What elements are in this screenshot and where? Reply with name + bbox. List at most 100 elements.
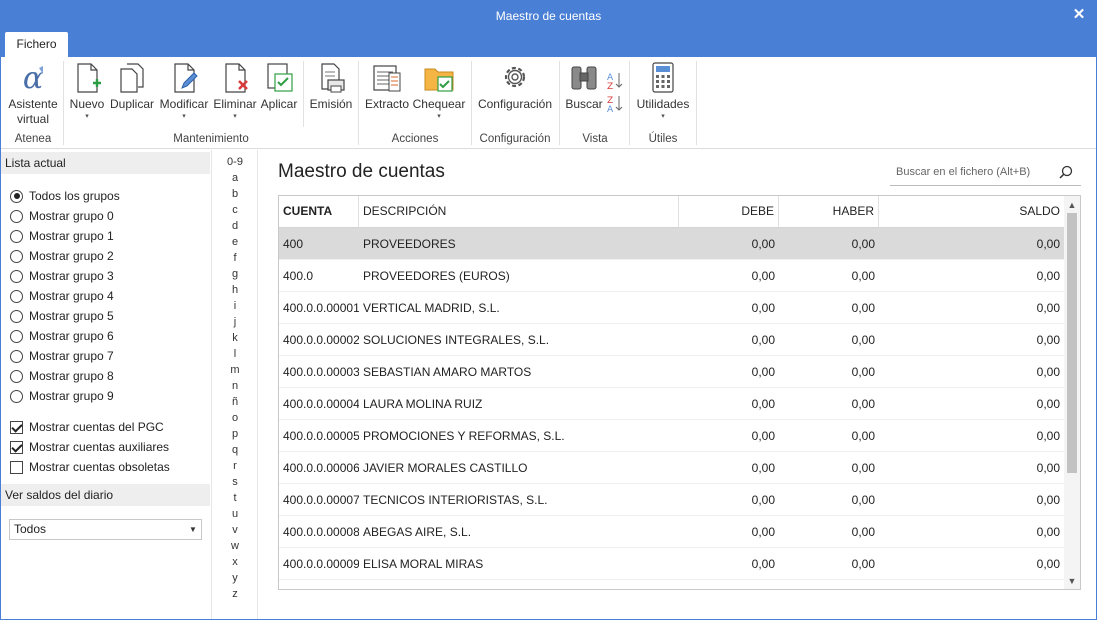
group-label-vista: Vista — [582, 133, 608, 145]
buscar-button[interactable]: Buscar — [563, 61, 605, 125]
table-row[interactable]: 400.0.0.00009 ELISA MORAL MIRAS 0,00 0,00 0,… — [279, 548, 1064, 580]
alpha-index-letter[interactable]: p — [212, 428, 258, 440]
radio-grupo-3[interactable]: Mostrar grupo 3 — [10, 268, 114, 284]
tab-fichero[interactable]: Fichero — [5, 32, 68, 57]
close-icon[interactable]: ✕ — [1071, 6, 1087, 24]
alpha-index-letter[interactable]: u — [212, 508, 258, 520]
alpha-index-letter[interactable]: o — [212, 412, 258, 424]
checkbox[interactable] — [10, 420, 23, 434]
radio-button[interactable] — [10, 389, 23, 403]
radio-grupo-5[interactable]: Mostrar grupo 5 — [10, 308, 114, 324]
table-row[interactable]: 400 PROVEEDORES 0,00 0,00 0,00 — [279, 228, 1064, 260]
extracto-button[interactable]: Extracto — [363, 61, 411, 125]
scroll-down-icon[interactable]: ▼ — [1064, 573, 1080, 589]
alpha-index-letter[interactable]: n — [212, 380, 258, 392]
column-header-debe[interactable]: DEBE — [679, 196, 779, 227]
utilidades-button[interactable]: Utilidades ▾ — [634, 61, 692, 125]
alpha-index-letter[interactable]: b — [212, 188, 258, 200]
table-row[interactable]: 400.0.0.00006 JAVIER MORALES CASTILLO 0,00… — [279, 452, 1064, 484]
radio-button[interactable] — [10, 269, 23, 283]
alpha-index-letter[interactable]: f — [212, 252, 258, 264]
alpha-index-letter[interactable]: 0-9 — [212, 156, 258, 168]
alpha-index-letter[interactable]: y — [212, 572, 258, 584]
alpha-index-letter[interactable]: j — [212, 316, 258, 328]
duplicar-button[interactable]: Duplicar — [109, 61, 155, 125]
radio-grupo-1[interactable]: Mostrar grupo 1 — [10, 228, 114, 244]
radio-button[interactable] — [10, 209, 23, 223]
radio-button[interactable] — [10, 229, 23, 243]
asistente-virtual-button[interactable]: α Asistente virtual — [5, 61, 61, 126]
cell-debe: 0,00 — [751, 493, 775, 507]
table-row[interactable]: 400.0.0.00007 TECNICOS INTERIORISTAS, S.L… — [279, 484, 1064, 516]
alpha-index-letter[interactable]: m — [212, 364, 258, 376]
alpha-index-letter[interactable]: v — [212, 524, 258, 536]
modificar-button[interactable]: Modificar ▾ — [158, 61, 210, 125]
configuracion-button[interactable]: Configuración — [476, 61, 554, 125]
alpha-index-letter[interactable]: k — [212, 332, 258, 344]
vertical-scrollbar[interactable]: ▲ ▼ — [1064, 196, 1080, 589]
check-cuentas-pgc[interactable]: Mostrar cuentas del PGC — [10, 419, 164, 435]
radio-grupo-8[interactable]: Mostrar grupo 8 — [10, 368, 114, 384]
radio-button[interactable] — [10, 369, 23, 383]
alpha-index-letter[interactable]: t — [212, 492, 258, 504]
table-row[interactable]: 400.0.0.00002 SOLUCIONES INTEGRALES, S.L.… — [279, 324, 1064, 356]
radio-button[interactable] — [10, 309, 23, 323]
radio-button[interactable] — [10, 349, 23, 363]
alpha-index-letter[interactable]: e — [212, 236, 258, 248]
nuevo-button[interactable]: Nuevo ▾ — [67, 61, 107, 125]
checkbox[interactable] — [10, 440, 23, 454]
checkbox[interactable] — [10, 460, 23, 474]
alpha-index-letter[interactable]: z — [212, 588, 258, 600]
table-row[interactable]: 400.0.0.00003 SEBASTIAN AMARO MARTOS 0,00 0… — [279, 356, 1064, 388]
alpha-index-letter[interactable]: x — [212, 556, 258, 568]
cell-cuenta: 400.0.0.00008 — [283, 525, 359, 539]
scroll-thumb[interactable] — [1067, 213, 1077, 473]
column-header-descripcion[interactable]: DESCRIPCIÓN — [359, 196, 679, 227]
alpha-index-letter[interactable]: q — [212, 444, 258, 456]
alpha-index-letter[interactable]: r — [212, 460, 258, 472]
table-row[interactable]: 400.0.0.00001 VERTICAL MADRID, S.L. 0,00 0,… — [279, 292, 1064, 324]
radio-button[interactable] — [10, 189, 23, 203]
radio-grupo-2[interactable]: Mostrar grupo 2 — [10, 248, 114, 264]
radio-grupo-7[interactable]: Mostrar grupo 7 — [10, 348, 114, 364]
saldos-select[interactable]: Todos ▼ — [9, 519, 202, 540]
alpha-index-letter[interactable]: d — [212, 220, 258, 232]
check-cuentas-auxiliares[interactable]: Mostrar cuentas auxiliares — [10, 439, 169, 455]
aplicar-button[interactable]: Aplicar — [260, 61, 298, 125]
table-row[interactable]: 400.0.0.00008 ABEGAS AIRE, S.L. 0,00 0,00 0,… — [279, 516, 1064, 548]
radio-button[interactable] — [10, 329, 23, 343]
sort-button[interactable]: A Z Z A — [605, 69, 625, 115]
alpha-index-letter[interactable]: c — [212, 204, 258, 216]
cell-descripcion: LAURA MOLINA RUIZ — [363, 397, 483, 411]
alpha-index-letter[interactable]: s — [212, 476, 258, 488]
alpha-index-letter[interactable]: w — [212, 540, 258, 552]
search-input[interactable]: Buscar en el fichero (Alt+B) — [890, 160, 1081, 186]
scroll-up-icon[interactable]: ▲ — [1064, 197, 1080, 213]
radio-grupo-6[interactable]: Mostrar grupo 6 — [10, 328, 114, 344]
radio-button[interactable] — [10, 289, 23, 303]
alpha-index-letter[interactable]: i — [212, 300, 258, 312]
eliminar-button[interactable]: Eliminar ▾ — [212, 61, 258, 125]
radio-todos-los-grupos[interactable]: Todos los grupos — [10, 188, 120, 204]
column-header-cuenta[interactable]: CUENTA — [279, 196, 359, 227]
check-cuentas-obsoletas[interactable]: Mostrar cuentas obsoletas — [10, 459, 170, 475]
radio-grupo-9[interactable]: Mostrar grupo 9 — [10, 388, 114, 404]
alpha-index-letter[interactable]: h — [212, 284, 258, 296]
search-icon[interactable] — [1059, 165, 1073, 179]
cell-saldo: 0,00 — [1036, 525, 1060, 539]
table-row[interactable]: 400.0 PROVEEDORES (EUROS) 0,00 0,00 0,00 — [279, 260, 1064, 292]
column-header-haber[interactable]: HABER — [779, 196, 879, 227]
radio-grupo-4[interactable]: Mostrar grupo 4 — [10, 288, 114, 304]
radio-grupo-0[interactable]: Mostrar grupo 0 — [10, 208, 114, 224]
table-row[interactable]: 400.0.0.00005 PROMOCIONES Y REFORMAS, S.L… — [279, 420, 1064, 452]
column-header-saldo[interactable]: SALDO — [879, 196, 1064, 227]
alpha-index-letter[interactable]: g — [212, 268, 258, 280]
table-row[interactable]: 400.0.0.00004 LAURA MOLINA RUIZ 0,00 0,00 0,… — [279, 388, 1064, 420]
alpha-index-letter[interactable]: ñ — [212, 396, 258, 408]
chequear-button[interactable]: Chequear ▾ — [412, 61, 466, 125]
alpha-index-letter[interactable]: l — [212, 348, 258, 360]
emision-button[interactable]: Emisión — [308, 61, 354, 125]
radio-button[interactable] — [10, 249, 23, 263]
alpha-index-letter[interactable]: a — [212, 172, 258, 184]
radio-label: Mostrar grupo 7 — [29, 349, 114, 363]
